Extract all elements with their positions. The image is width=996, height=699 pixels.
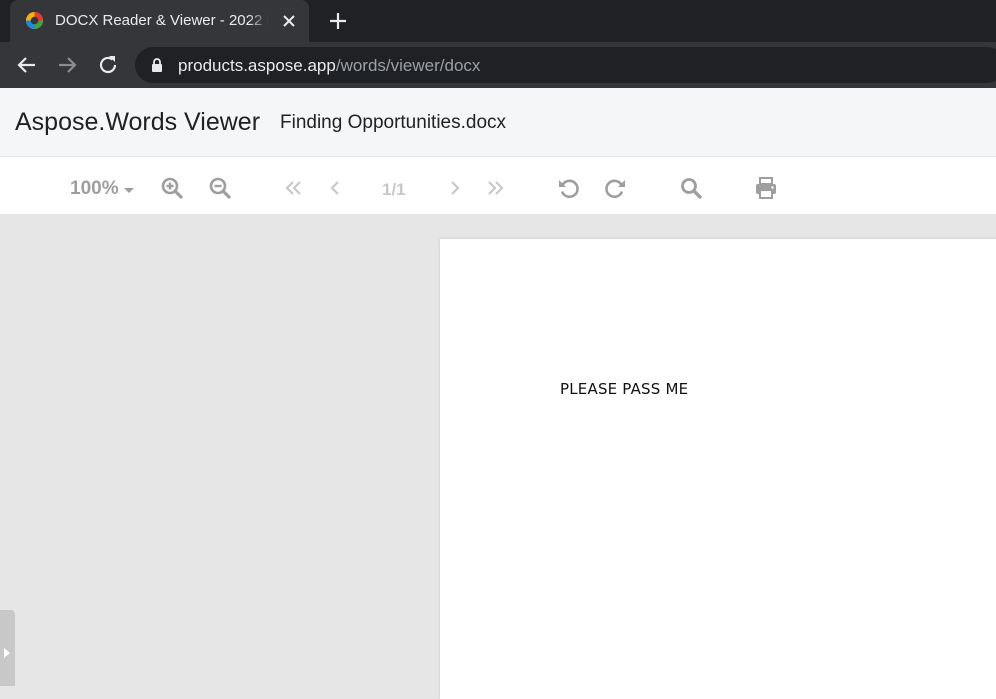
aspose-favicon-icon	[25, 11, 44, 30]
back-icon[interactable]	[15, 53, 39, 77]
zoom-in-icon[interactable]	[160, 176, 184, 200]
last-page-icon[interactable]	[483, 176, 507, 200]
first-page-icon[interactable]	[282, 176, 306, 200]
previous-page-icon[interactable]	[324, 176, 348, 200]
app-header: Aspose.Words Viewer Finding Opportunitie…	[0, 88, 996, 157]
url-host: products.aspose.app	[178, 56, 336, 75]
chevron-down-icon[interactable]	[124, 188, 134, 193]
reload-icon[interactable]	[96, 53, 120, 77]
chevron-right-icon	[4, 648, 10, 658]
document-text: PLEASE PASS ME	[560, 380, 689, 398]
viewer-toolbar: 100% 1/1	[0, 157, 996, 214]
browser-tab-strip: DOCX Reader & Viewer - 2022 Free	[0, 0, 996, 42]
browser-tab[interactable]: DOCX Reader & Viewer - 2022 Free	[10, 0, 309, 42]
document-workspace[interactable]: PLEASE PASS ME	[0, 214, 996, 699]
new-tab-icon[interactable]	[327, 10, 349, 32]
url-text: products.aspose.app/words/viewer/docx	[178, 56, 480, 76]
rotate-right-icon[interactable]	[604, 176, 628, 200]
zoom-select[interactable]: 100%	[70, 179, 119, 199]
browser-toolbar: products.aspose.app/words/viewer/docx	[0, 42, 996, 88]
tab-title: DOCX Reader & Viewer - 2022 Free	[55, 12, 268, 29]
sidebar-toggle-button[interactable]	[0, 610, 15, 686]
lock-icon[interactable]	[151, 58, 163, 72]
tab-title-fade	[248, 10, 270, 32]
url-path: /words/viewer/docx	[335, 56, 481, 75]
next-page-icon[interactable]	[442, 176, 466, 200]
search-icon[interactable]	[679, 176, 703, 200]
page-indicator: 1/1	[382, 180, 406, 199]
document-page[interactable]: PLEASE PASS ME	[440, 239, 996, 699]
close-tab-icon[interactable]	[280, 12, 298, 30]
app-title[interactable]: Aspose.Words Viewer	[15, 108, 260, 136]
rotate-left-icon[interactable]	[556, 176, 580, 200]
address-bar[interactable]: products.aspose.app/words/viewer/docx	[135, 47, 996, 83]
file-name: Finding Opportunities.docx	[280, 112, 507, 133]
print-icon[interactable]	[754, 176, 778, 200]
forward-icon[interactable]	[55, 53, 79, 77]
zoom-out-icon[interactable]	[208, 176, 232, 200]
